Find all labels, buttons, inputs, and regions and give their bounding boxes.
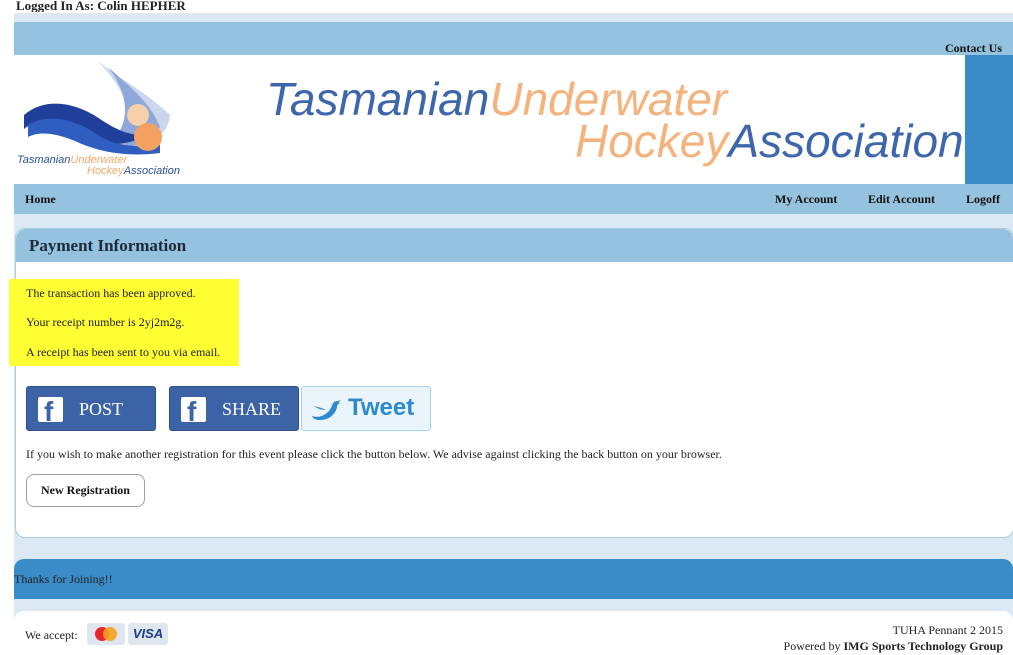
logged-in-label: Logged In As: Colin HEPHER (16, 0, 186, 12)
thanks-bar: Thanks for Joining!! (14, 559, 1013, 599)
banner-accent-block (965, 55, 1013, 185)
payment-panel: Payment Information The transaction has … (9, 228, 1013, 538)
site-title-line-2: HockeyAssociation (575, 118, 964, 164)
approval-message: The transaction has been approved. (26, 286, 196, 300)
nav-home[interactable]: Home (25, 192, 56, 207)
new-registration-button[interactable]: New Registration (26, 474, 145, 507)
facebook-share-button[interactable]: f SHARE (169, 386, 299, 431)
logo-word-association: Association (123, 165, 180, 177)
header-banner: TasmanianUnderwater HockeyAssociation Ta… (14, 55, 1013, 185)
email-receipt-message: A receipt has been sent to you via email… (26, 345, 221, 359)
post-label: POST (79, 399, 124, 419)
facebook-icon: f (181, 396, 206, 427)
thanks-message: Thanks for Joining!! (14, 572, 113, 586)
receipt-number-message: Your receipt number is 2yj2m2g. (26, 315, 185, 329)
main-nav: Home My Account Edit Account Logoff (14, 184, 1013, 214)
footer-credits: TUHA Pennant 2 2015 Powered by IMG Sport… (784, 622, 1003, 654)
mastercard-icon (87, 623, 125, 645)
association-logo (24, 59, 170, 155)
event-name: TUHA Pennant 2 2015 (892, 623, 1003, 637)
powered-prefix: Powered by (783, 639, 841, 653)
panel-title: Payment Information (16, 229, 1013, 262)
footer: We accept: VISA TUHA Pennant 2 2015 Powe… (14, 611, 1013, 655)
nav-edit-account[interactable]: Edit Account (868, 192, 935, 207)
tweet-label: Tweet (348, 394, 415, 421)
facebook-icon: f (38, 396, 63, 427)
twitter-bird-icon (312, 400, 341, 420)
tweet-button[interactable]: Tweet (301, 386, 431, 431)
visa-icon: VISA (128, 623, 168, 645)
registration-advice: If you wish to make another registration… (26, 447, 722, 461)
we-accept-label: We accept: (25, 628, 78, 642)
logo-word-tasmanian: Tasmanian (17, 154, 71, 166)
share-label: SHARE (222, 399, 282, 419)
title-word-hockey: Hockey (575, 115, 729, 167)
page-wrapper: Contact Us TasmanianUnderwater HockeyAss… (9, 13, 1013, 655)
nav-logoff[interactable]: Logoff (966, 192, 1000, 207)
logo-word-hockey: Hockey (87, 165, 124, 177)
facebook-post-button[interactable]: f POST (26, 386, 156, 431)
powered-company-link[interactable]: IMG Sports Technology Group (844, 639, 1003, 653)
logo-wordmark: TasmanianUnderwater HockeyAssociation (17, 155, 180, 177)
title-word-association: Association (728, 115, 964, 167)
title-word-tasmanian: Tasmanian (266, 73, 490, 125)
contact-us-link[interactable]: Contact Us (945, 41, 1002, 56)
nav-my-account[interactable]: My Account (775, 192, 837, 207)
powered-by: Powered by IMG Sports Technology Group (784, 638, 1003, 654)
